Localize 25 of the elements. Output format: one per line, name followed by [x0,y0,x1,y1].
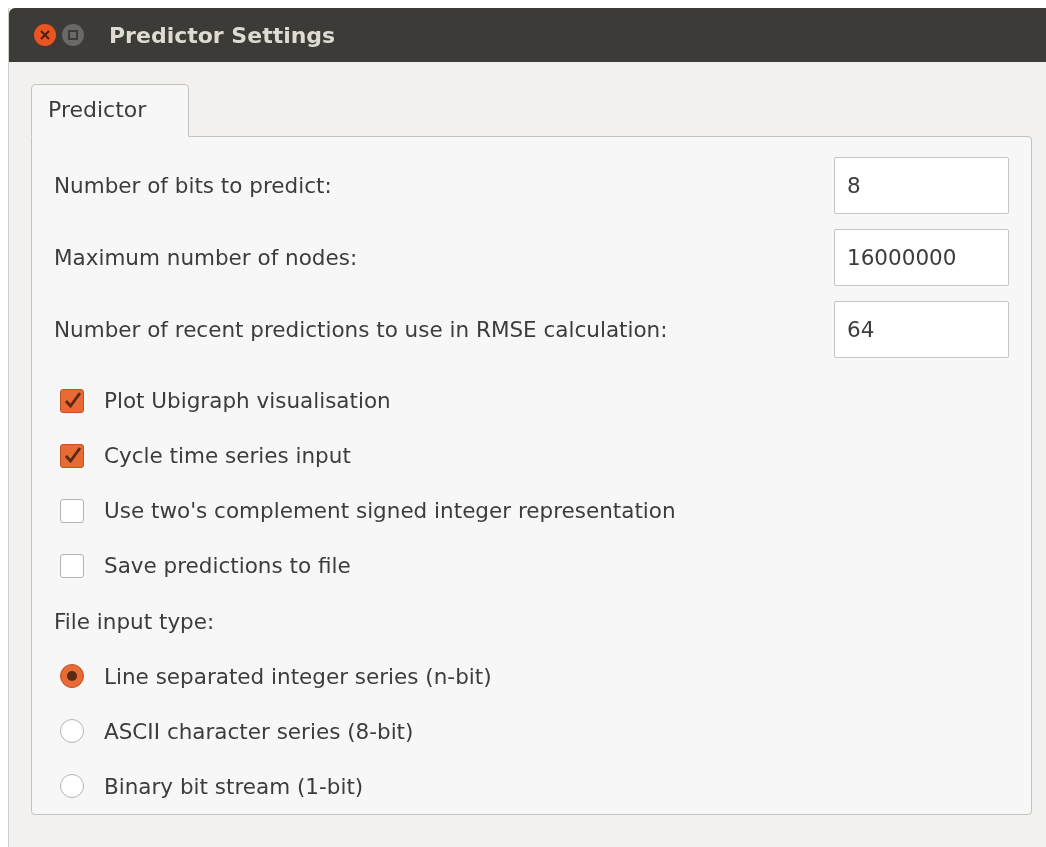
checkbox[interactable] [60,388,84,413]
radio-label[interactable]: Line separated integer series (n-bit) [104,663,492,689]
checkbox-label[interactable]: Plot Ubigraph visualisation [104,388,391,414]
checkbox[interactable] [60,553,84,578]
checkbox-label[interactable]: Cycle time series input [104,443,351,469]
maximize-icon[interactable] [61,23,85,47]
radio-button[interactable] [60,664,84,689]
radio-button[interactable] [60,774,84,799]
checkbox[interactable] [60,443,84,468]
radio-button[interactable] [60,719,84,744]
radio-label[interactable]: ASCII character series (8-bit) [104,718,414,744]
close-icon[interactable] [33,23,57,47]
field-label: Number of bits to predict: [54,173,332,198]
input-field[interactable]: 16000000 [834,229,1009,286]
section-label: File input type: [54,608,215,634]
checkbox-label[interactable]: Use two's complement signed integer representation [104,498,676,524]
checkbox[interactable] [60,498,84,523]
radio-label[interactable]: Binary bit stream (1-bit) [104,773,364,799]
field-label: Maximum number of nodes: [54,245,358,270]
checkbox-label[interactable]: Save predictions to file [104,553,351,579]
field-label: Number of recent predictions to use in RMSE calculation: [54,317,668,342]
input-field[interactable]: 8 [834,157,1009,214]
input-field[interactable]: 64 [834,301,1009,358]
window-title: Predictor Settings [109,22,336,48]
tab[interactable]: Predictor [31,84,189,137]
